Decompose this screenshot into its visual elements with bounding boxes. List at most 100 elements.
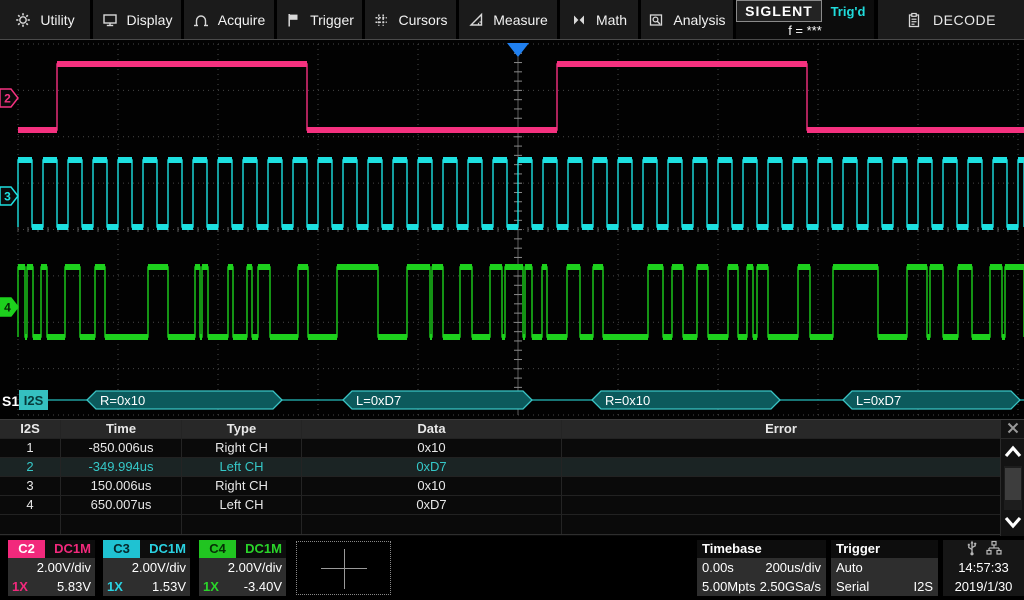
channel-2-box[interactable]: C2DC1M 2.00V/div 1X5.83V — [8, 540, 95, 596]
chevron-down-icon — [1003, 516, 1023, 532]
chevron-up-icon — [1003, 445, 1023, 461]
timebase-box[interactable]: Timebase 0.00s 200us/div 5.00Mpts 2.50GSa/… — [697, 540, 826, 596]
menu-item-acquire[interactable]: Acquire — [184, 0, 274, 39]
channel-3-chip: C3 — [103, 540, 140, 558]
channel-4-marker[interactable]: 4 — [0, 298, 18, 316]
scroll-down-button[interactable] — [1001, 510, 1024, 537]
col-header-type: Type — [182, 420, 302, 438]
decode-packet: R=0x10 — [592, 391, 780, 409]
scroll-up-button[interactable] — [1001, 439, 1024, 466]
status-bar: C2DC1M 2.00V/div 1X5.83V C3DC1M 2.00V/di… — [0, 536, 1024, 600]
col-header-data: Data — [302, 420, 562, 438]
vertical-scale: 2.00V/div — [199, 558, 286, 577]
cell-type: Right CH — [182, 477, 302, 495]
timebase-scale: 200us/div — [765, 558, 821, 577]
cell-index: 1 — [0, 439, 61, 457]
lan-icon — [986, 540, 1002, 559]
menu-label: Trigger — [310, 12, 354, 28]
waveform-traces — [18, 64, 1024, 337]
scrollbar-track[interactable] — [1004, 466, 1022, 510]
trigger-type: Serial — [836, 577, 869, 596]
table-row[interactable]: 1 -850.006us Right CH 0x10 — [0, 439, 1000, 458]
coupling-label: DC1M — [140, 540, 190, 558]
cell-error — [562, 477, 1000, 495]
col-header-i2s: I2S — [0, 420, 61, 438]
channel-2-chip: C2 — [8, 540, 45, 558]
vertical-offset: -3.40V — [219, 577, 286, 596]
menu-item-measure[interactable]: Measure — [459, 0, 557, 39]
timebase-title: Timebase — [697, 540, 826, 558]
svg-text:2: 2 — [4, 92, 11, 106]
cell-time: -349.994us — [61, 458, 182, 476]
table-scrollbar — [1000, 420, 1024, 537]
trigger-flag-icon — [285, 12, 301, 28]
menu-item-display[interactable]: Display — [93, 0, 181, 39]
cell-data: 0xD7 — [302, 496, 562, 514]
menu-label: Math — [596, 12, 627, 28]
svg-text:4: 4 — [4, 301, 11, 315]
measure-icon — [468, 12, 484, 28]
probe-attenuation: 1X — [103, 577, 123, 596]
math-icon — [571, 12, 587, 28]
table-empty-row — [0, 515, 1000, 535]
frequency-readout: f = *** — [736, 22, 874, 39]
vertical-scale: 2.00V/div — [8, 558, 95, 577]
col-header-time: Time — [61, 420, 182, 438]
add-channel-button[interactable] — [296, 541, 391, 595]
sample-rate: 2.50GSa/s — [760, 577, 821, 596]
table-row-selected[interactable]: 2 -349.994us Left CH 0xD7 — [0, 458, 1000, 477]
coupling-label: DC1M — [45, 540, 95, 558]
channel-4-box[interactable]: C4DC1M 2.00V/div 1X-3.40V — [199, 540, 286, 596]
timebase-delay: 0.00s — [702, 558, 734, 577]
vertical-scale: 2.00V/div — [103, 558, 190, 577]
svg-text:L=0xD7: L=0xD7 — [856, 393, 901, 408]
svg-text:L=0xD7: L=0xD7 — [356, 393, 401, 408]
table-row[interactable]: 3 150.006us Right CH 0x10 — [0, 477, 1000, 496]
scrollbar-thumb[interactable] — [1005, 468, 1021, 500]
channel-3-box[interactable]: C3DC1M 2.00V/div 1X1.53V — [103, 540, 190, 596]
clock-date: 2019/1/30 — [943, 577, 1024, 596]
coupling-label: DC1M — [236, 540, 286, 558]
clock-time: 14:57:33 — [943, 558, 1024, 577]
usb-icon — [965, 540, 979, 559]
menu-label: Utility — [40, 12, 74, 28]
cell-error — [562, 458, 1000, 476]
analysis-icon — [648, 12, 664, 28]
trigger-protocol: I2S — [913, 577, 933, 596]
waveform-display: 2 3 4 R=0x10L=0xD7R=0x10L=0xD7 S1 I2S — [0, 40, 1024, 419]
cell-index: 4 — [0, 496, 61, 514]
close-table-button[interactable] — [1001, 420, 1024, 439]
cursors-icon — [373, 12, 389, 28]
scope-screen: 2 3 4 R=0x10L=0xD7R=0x10L=0xD7 S1 I2S I2… — [0, 40, 1024, 536]
svg-text:R=0x10: R=0x10 — [100, 393, 145, 408]
menu-item-trigger[interactable]: Trigger — [277, 0, 362, 39]
cell-data: 0x10 — [302, 439, 562, 457]
menu-label: Analysis — [673, 12, 725, 28]
channel-2-marker[interactable]: 2 — [0, 89, 18, 107]
decode-bus: R=0x10 L=0xD7 R=0x10 L=0xD7 — [48, 391, 1024, 409]
decode-packet: L=0xD7 — [843, 391, 1020, 409]
decode-packet: R=0x10 — [87, 391, 282, 409]
cell-time: 150.006us — [61, 477, 182, 495]
channel-3-marker[interactable]: 3 — [0, 187, 18, 205]
cell-type: Right CH — [182, 439, 302, 457]
decode-result-table: I2S Time Type Data Error 1 -850.006us Ri… — [0, 419, 1024, 536]
cell-index: 3 — [0, 477, 61, 495]
cell-time: 650.007us — [61, 496, 182, 514]
menu-item-utility[interactable]: Utility — [0, 0, 90, 39]
cell-type: Left CH — [182, 496, 302, 514]
menu-item-decode[interactable]: DECODE — [878, 0, 1024, 39]
menu-item-analysis[interactable]: Analysis — [641, 0, 733, 39]
menu-item-cursors[interactable]: Cursors — [365, 0, 456, 39]
trigger-status-badge: Trig'd — [822, 0, 874, 22]
col-header-error: Error — [562, 420, 1000, 438]
trigger-box[interactable]: Trigger Auto SerialI2S — [831, 540, 938, 596]
memory-depth: 5.00Mpts — [702, 577, 755, 596]
table-row[interactable]: 4 650.007us Left CH 0xD7 — [0, 496, 1000, 515]
decode-protocol-label: I2S — [24, 393, 44, 408]
menu-item-math[interactable]: Math — [560, 0, 638, 39]
close-icon — [1006, 421, 1020, 438]
trigger-position-marker[interactable] — [507, 43, 529, 57]
menu-label: Cursors — [398, 12, 447, 28]
gear-icon — [15, 12, 31, 28]
